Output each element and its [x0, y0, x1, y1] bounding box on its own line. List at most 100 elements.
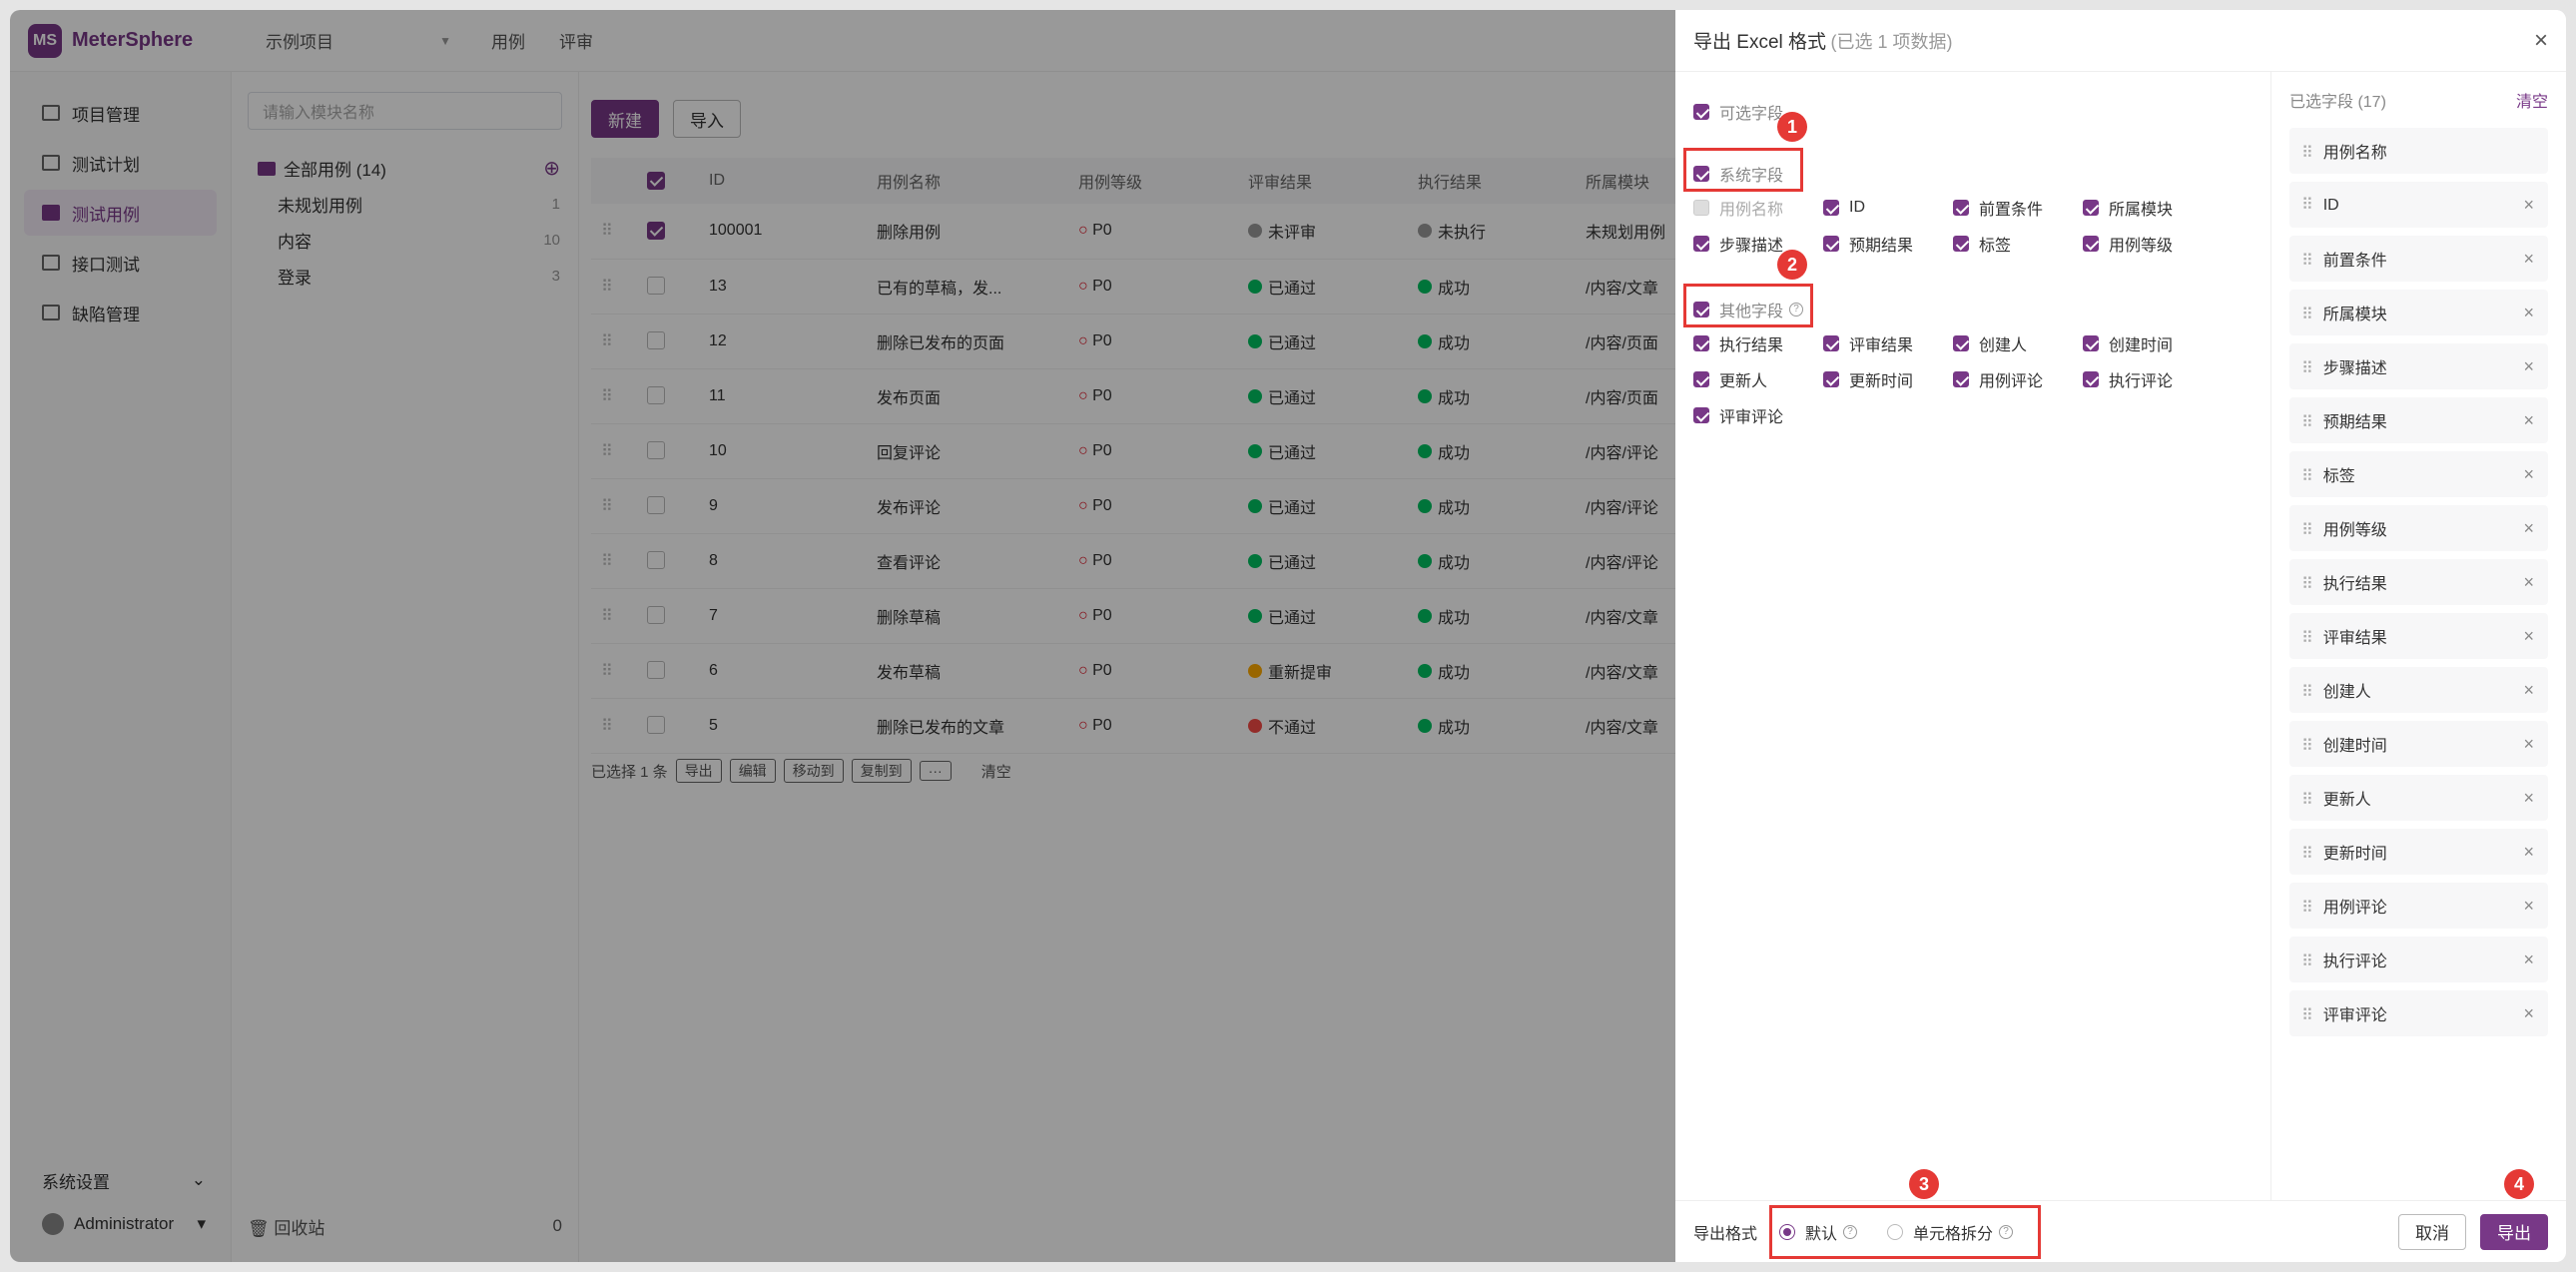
- remove-icon[interactable]: ×: [2523, 626, 2534, 647]
- selected-field-item[interactable]: ⠿ 用例评论 ×: [2289, 883, 2548, 929]
- checkbox[interactable]: [1693, 104, 1709, 120]
- checkbox[interactable]: [2083, 200, 2099, 216]
- remove-icon[interactable]: ×: [2523, 356, 2534, 377]
- field-checkbox[interactable]: 创建时间: [2083, 331, 2213, 355]
- drag-handle-icon[interactable]: ⠿: [2301, 145, 2313, 162]
- cancel-button[interactable]: 取消: [2398, 1213, 2466, 1250]
- field-label: 预期结果: [1849, 238, 1914, 255]
- remove-icon[interactable]: ×: [2523, 734, 2534, 755]
- selected-field-item[interactable]: ⠿ 评审结果 ×: [2289, 613, 2548, 659]
- drag-handle-icon[interactable]: ⠿: [2301, 630, 2313, 647]
- field-checkbox[interactable]: 预期结果: [1823, 232, 1953, 256]
- checkbox[interactable]: [1693, 407, 1709, 423]
- checkbox[interactable]: [2083, 236, 2099, 252]
- field-checkbox[interactable]: 更新时间: [1823, 367, 1953, 391]
- drag-handle-icon[interactable]: ⠿: [2301, 738, 2313, 755]
- export-drawer: 导出 Excel 格式 (已选 1 项数据) × 可选字段 系统字段 1 用例名…: [1675, 10, 2566, 1262]
- selected-field-item[interactable]: ⠿ 用例等级 ×: [2289, 505, 2548, 551]
- clear-selected-link[interactable]: 清空: [2516, 88, 2548, 112]
- checkbox[interactable]: [1953, 371, 1969, 387]
- field-checkbox[interactable]: 更新人: [1693, 367, 1823, 391]
- checkbox[interactable]: [1823, 371, 1839, 387]
- selected-field-label: 执行评论: [2322, 954, 2387, 970]
- field-checkbox[interactable]: 评审评论: [1693, 403, 1823, 427]
- field-checkbox[interactable]: 执行评论: [2083, 367, 2213, 391]
- drag-handle-icon[interactable]: ⠿: [2301, 684, 2313, 701]
- checkbox[interactable]: [1823, 200, 1839, 216]
- drag-handle-icon[interactable]: ⠿: [2301, 197, 2313, 214]
- selected-field-item[interactable]: ⠿ 用例名称: [2289, 128, 2548, 174]
- checkbox[interactable]: [2083, 335, 2099, 351]
- drag-handle-icon[interactable]: ⠿: [2301, 1007, 2313, 1024]
- field-checkbox[interactable]: ID: [1823, 196, 1953, 220]
- drag-handle-icon[interactable]: ⠿: [2301, 576, 2313, 593]
- drag-handle-icon[interactable]: ⠿: [2301, 468, 2313, 485]
- checkbox[interactable]: [1693, 371, 1709, 387]
- field-checkbox[interactable]: 前置条件: [1953, 196, 2083, 220]
- drag-handle-icon[interactable]: ⠿: [2301, 253, 2313, 270]
- field-checkbox[interactable]: 用例评论: [1953, 367, 2083, 391]
- checkbox[interactable]: [1953, 200, 1969, 216]
- field-checkbox[interactable]: 执行结果: [1693, 331, 1823, 355]
- drag-handle-icon[interactable]: ⠿: [2301, 846, 2313, 863]
- remove-icon[interactable]: ×: [2523, 842, 2534, 863]
- optional-fields-checkbox[interactable]: 可选字段: [1693, 100, 1783, 124]
- selected-field-item[interactable]: ⠿ 预期结果 ×: [2289, 397, 2548, 443]
- remove-icon[interactable]: ×: [2523, 249, 2534, 270]
- selected-field-item[interactable]: ⠿ 执行结果 ×: [2289, 559, 2548, 605]
- remove-icon[interactable]: ×: [2523, 680, 2534, 701]
- drag-handle-icon[interactable]: ⠿: [2301, 792, 2313, 809]
- selected-field-item[interactable]: ⠿ 创建时间 ×: [2289, 721, 2548, 767]
- overlay-mask[interactable]: [10, 10, 1675, 1262]
- field-checkbox[interactable]: 标签: [1953, 232, 2083, 256]
- remove-icon[interactable]: ×: [2523, 572, 2534, 593]
- remove-icon[interactable]: ×: [2523, 788, 2534, 809]
- field-checkbox[interactable]: 创建人: [1953, 331, 2083, 355]
- field-checkbox[interactable]: 评审结果: [1823, 331, 1953, 355]
- selected-field-item[interactable]: ⠿ 执行评论 ×: [2289, 937, 2548, 982]
- drag-handle-icon[interactable]: ⠿: [2301, 900, 2313, 917]
- checkbox[interactable]: [1953, 335, 1969, 351]
- annotation-badge-2: 2: [1777, 250, 1807, 280]
- remove-icon[interactable]: ×: [2523, 464, 2534, 485]
- checkbox[interactable]: [1693, 335, 1709, 351]
- selected-field-item[interactable]: ⠿ 前置条件 ×: [2289, 236, 2548, 282]
- other-fields-row-3: 评审评论: [1693, 403, 1823, 427]
- selected-field-item[interactable]: ⠿ 创建人 ×: [2289, 667, 2548, 713]
- close-icon[interactable]: ×: [2534, 27, 2548, 55]
- drag-handle-icon[interactable]: ⠿: [2301, 307, 2313, 323]
- field-label: 所属模块: [2109, 202, 2174, 219]
- drag-handle-icon[interactable]: ⠿: [2301, 522, 2313, 539]
- remove-icon[interactable]: ×: [2523, 896, 2534, 917]
- selected-field-label: 用例名称: [2322, 145, 2387, 162]
- checkbox[interactable]: [2083, 371, 2099, 387]
- selected-field-item[interactable]: ⠿ 更新时间 ×: [2289, 829, 2548, 875]
- checkbox[interactable]: [1953, 236, 1969, 252]
- selected-field-item[interactable]: ⠿ 评审评论 ×: [2289, 990, 2548, 1036]
- remove-icon[interactable]: ×: [2523, 195, 2534, 216]
- remove-icon[interactable]: ×: [2523, 518, 2534, 539]
- field-checkbox[interactable]: 所属模块: [2083, 196, 2213, 220]
- drag-handle-icon[interactable]: ⠿: [2301, 360, 2313, 377]
- selected-field-item[interactable]: ⠿ 更新人 ×: [2289, 775, 2548, 821]
- drag-handle-icon[interactable]: ⠿: [2301, 954, 2313, 970]
- remove-icon[interactable]: ×: [2523, 410, 2534, 431]
- checkbox[interactable]: [1823, 236, 1839, 252]
- selected-field-item[interactable]: ⠿ ID ×: [2289, 182, 2548, 228]
- remove-icon[interactable]: ×: [2523, 1003, 2534, 1024]
- drag-handle-icon[interactable]: ⠿: [2301, 414, 2313, 431]
- field-checkbox[interactable]: 步骤描述: [1693, 232, 1823, 256]
- export-button[interactable]: 导出: [2480, 1213, 2548, 1250]
- selected-field-item[interactable]: ⠿ 所属模块 ×: [2289, 290, 2548, 335]
- checkbox[interactable]: [1693, 236, 1709, 252]
- selected-field-item[interactable]: ⠿ 步骤描述 ×: [2289, 343, 2548, 389]
- remove-icon[interactable]: ×: [2523, 950, 2534, 970]
- field-label: 更新人: [1719, 373, 1768, 390]
- field-checkbox[interactable]: 用例等级: [2083, 232, 2213, 256]
- remove-icon[interactable]: ×: [2523, 303, 2534, 323]
- selected-field-label: 评审评论: [2322, 1007, 2387, 1024]
- selected-field-item[interactable]: ⠿ 标签 ×: [2289, 451, 2548, 497]
- field-label: 评审评论: [1719, 409, 1784, 426]
- annotation-badge-4: 4: [2504, 1169, 2534, 1199]
- checkbox[interactable]: [1823, 335, 1839, 351]
